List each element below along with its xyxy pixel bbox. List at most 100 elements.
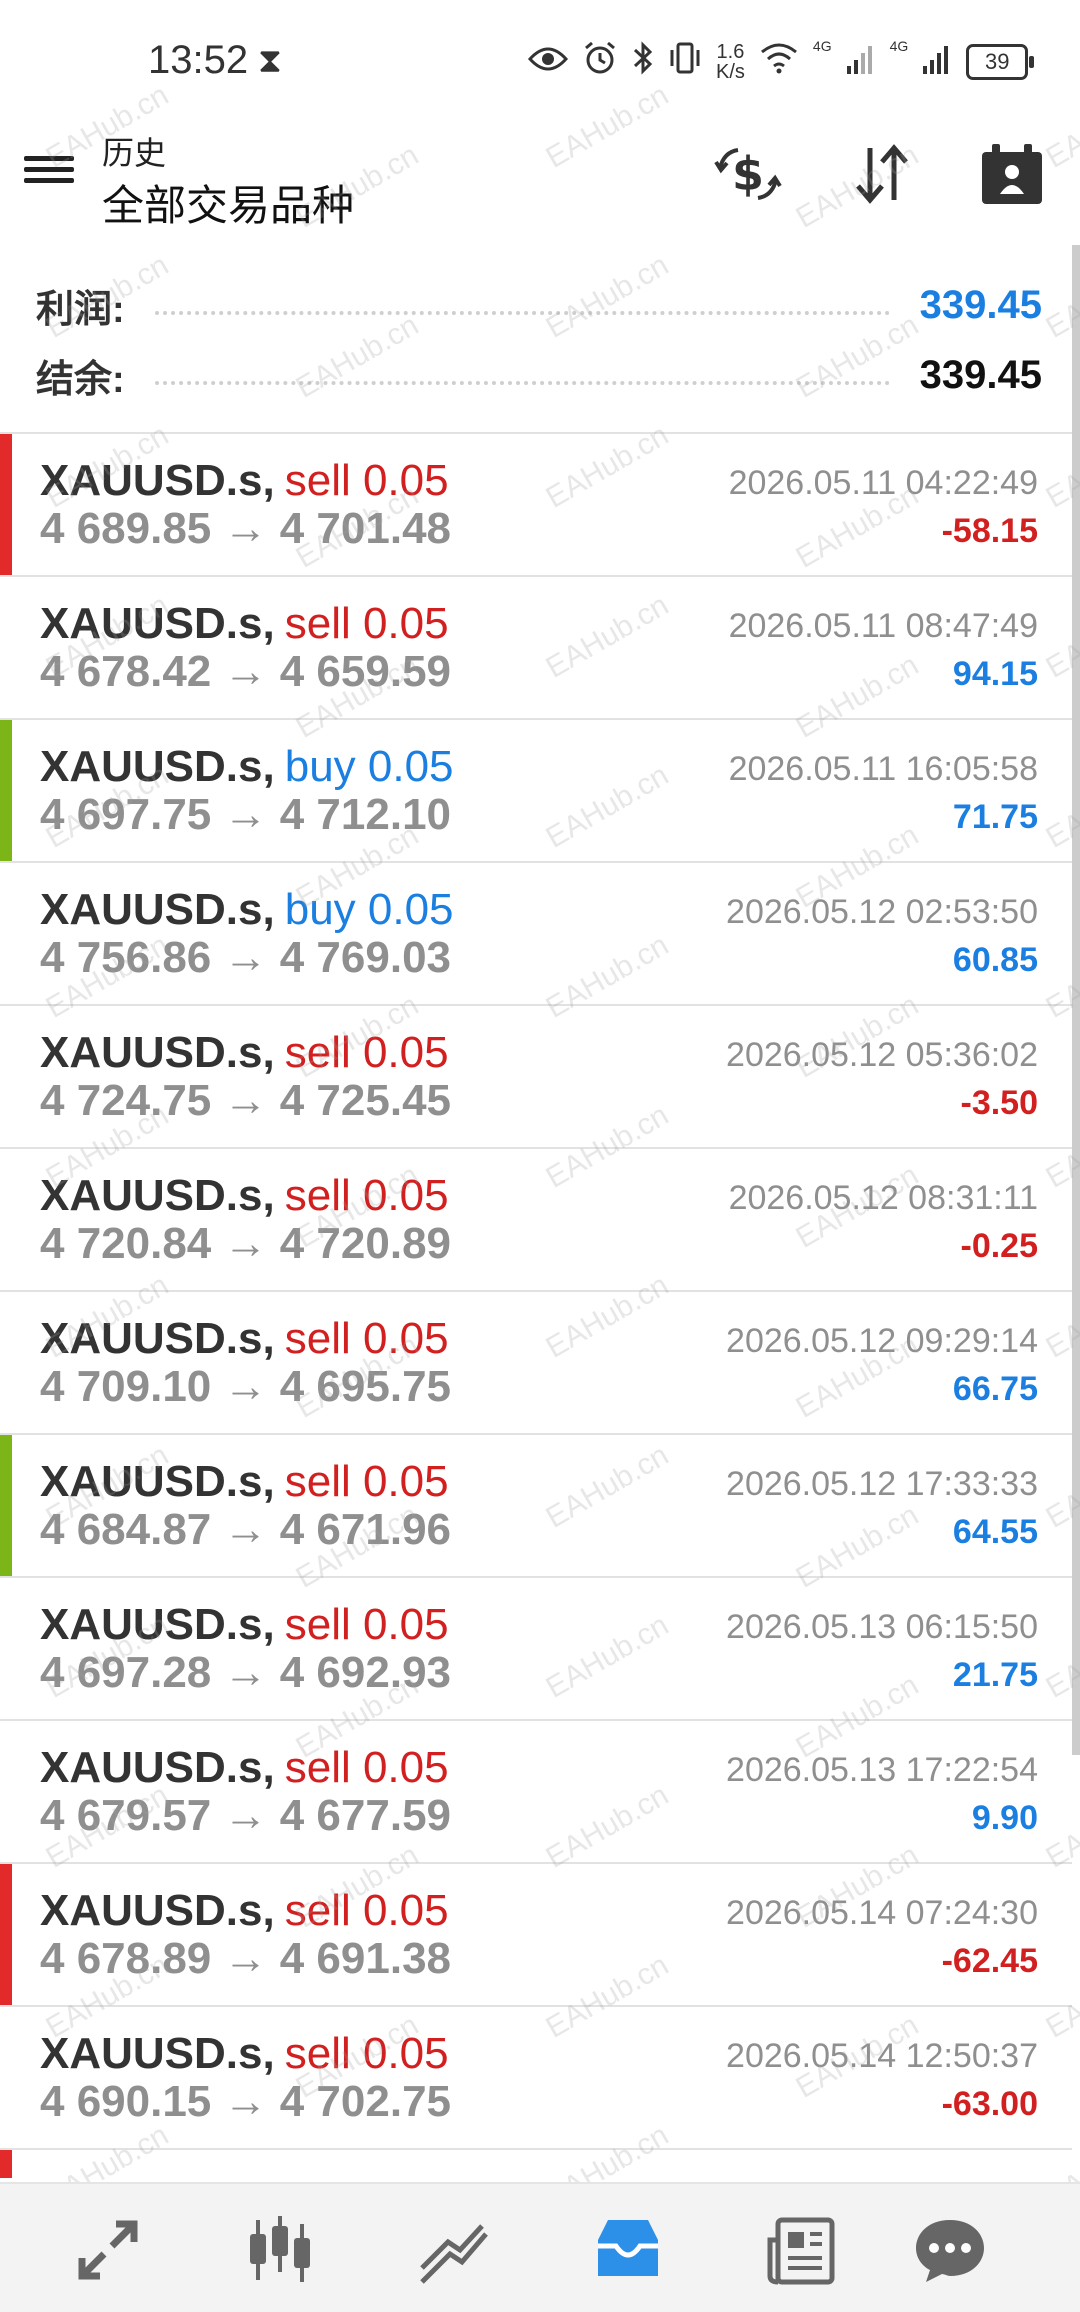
trade-title: XAUUSD.s, buy 0.05 — [40, 742, 454, 792]
close-price: 4 769.03 — [279, 933, 452, 982]
history-summary: 利润: 339.45 结余: 339.45 — [0, 270, 1080, 430]
trade-symbol: XAUUSD.s, — [40, 1028, 275, 1077]
bottom-navigation — [0, 2182, 1080, 2312]
trade-row[interactable]: XAUUSD.s, sell 0.05 4 678.42 → 4 659.59 202… — [0, 575, 1072, 718]
close-price: 4 677.59 — [279, 1791, 452, 1840]
trade-time: 2026.05.13 17:22:54 — [726, 1751, 1038, 1789]
trade-prices: 4 697.28 → 4 692.93 — [40, 1648, 451, 1698]
open-price: 4 709.10 — [40, 1362, 212, 1411]
history-inbox-icon[interactable] — [588, 2210, 668, 2290]
trade-title: XAUUSD.s,sell 0.05 — [40, 1028, 449, 1078]
page-title[interactable]: 全部交易品种 — [102, 172, 354, 233]
arrow-right-icon: → — [211, 1648, 280, 1697]
svg-text:$: $ — [732, 147, 764, 201]
open-price: 4 697.28 — [40, 1648, 212, 1697]
calendar-icon[interactable] — [976, 138, 1048, 210]
trade-title: XAUUSD.s,sell 0.05 — [40, 1314, 449, 1364]
trade-row[interactable]: XAUUSD.s, sell 0.05 4 684.87 → 4 671.96 202… — [0, 1433, 1072, 1576]
sort-icon[interactable] — [846, 138, 918, 210]
trade-symbol: XAUUSD.s, — [40, 1171, 275, 1220]
trade-time: 2026.05.11 16:05:58 — [728, 750, 1038, 788]
profit-row: 利润: 339.45 — [36, 270, 1042, 340]
deposit-dollar-icon[interactable]: $ — [712, 138, 784, 210]
close-price: 4 702.75 — [279, 2077, 452, 2126]
trade-profit: -63.00 — [941, 2085, 1038, 2123]
trade-side: sell 0.05 — [284, 1457, 449, 1506]
trade-prices: 4 690.15 → 4 702.75 — [40, 2077, 451, 2127]
open-price: 4 679.57 — [40, 1791, 212, 1840]
trade-row[interactable]: XAUUSD.s, buy 0.05 4 697.75 → 4 712.10 2026… — [0, 718, 1072, 861]
trade-title: XAUUSD.s,sell 0.05 — [40, 2029, 449, 2079]
arrow-right-icon: → — [211, 504, 280, 553]
eye-icon — [527, 44, 569, 81]
trade-time: 2026.05.12 02:53:50 — [726, 893, 1038, 931]
trade-profit: 71.75 — [952, 798, 1038, 836]
hourglass-icon: ⧗ — [258, 42, 282, 80]
dotted-leader — [154, 379, 890, 385]
trade-symbol: XAUUSD.s, — [40, 885, 275, 934]
trade-row[interactable]: XAUUSD.s, sell 0.05 — [0, 2148, 1072, 2178]
trade-side: sell 0.05 — [284, 1171, 449, 1220]
dotted-leader — [154, 309, 890, 315]
trade-row[interactable]: XAUUSD.s, sell 0.05 4 679.57 → 4 677.59 202… — [0, 1719, 1072, 1862]
chat-icon[interactable] — [910, 2210, 990, 2290]
trade-time: 2026.05.12 08:31:11 — [728, 1179, 1038, 1217]
scrollbar[interactable] — [1072, 245, 1080, 1755]
bluetooth-icon — [632, 40, 654, 84]
menu-icon[interactable] — [24, 150, 74, 200]
trade-row[interactable]: XAUUSD.s, sell 0.05 4 709.10 → 4 695.75 202… — [0, 1290, 1072, 1433]
quotes-icon[interactable] — [68, 2210, 148, 2290]
trade-side: sell 0.05 — [284, 1600, 449, 1649]
network-type-2: 4G — [889, 38, 909, 54]
trade-history-list[interactable]: XAUUSD.s, sell 0.05 4 689.85 → 4 701.48 202… — [0, 432, 1072, 2178]
news-icon[interactable] — [762, 2210, 842, 2290]
trade-icon[interactable] — [414, 2210, 494, 2290]
arrow-right-icon: → — [211, 1362, 280, 1411]
trade-row[interactable]: XAUUSD.s, sell 0.05 4 678.89 → 4 691.38 202… — [0, 1862, 1072, 2005]
trade-symbol: XAUUSD.s, — [40, 2029, 275, 2078]
arrow-right-icon: → — [211, 1219, 280, 1268]
close-price: 4 691.38 — [279, 1934, 452, 1983]
trade-symbol: XAUUSD.s, — [40, 456, 275, 505]
chart-candles-icon[interactable] — [240, 2210, 320, 2290]
trade-side: buy 0.05 — [284, 885, 454, 934]
arrow-right-icon: → — [211, 790, 280, 839]
trade-side: sell 0.05 — [284, 1743, 449, 1792]
wifi-icon — [759, 42, 799, 82]
trade-row[interactable]: XAUUSD.s, sell 0.05 4 724.75 → 4 725.45 202… — [0, 1004, 1072, 1147]
trade-symbol: XAUUSD.s, — [40, 1314, 275, 1363]
signal-icon — [922, 42, 952, 82]
open-price: 4 684.87 — [40, 1505, 212, 1554]
close-price: 4 692.93 — [279, 1648, 452, 1697]
trade-row[interactable]: XAUUSD.s, sell 0.05 4 689.85 → 4 701.48 202… — [0, 432, 1072, 575]
trade-indicator-bar — [0, 720, 12, 861]
trade-row[interactable]: XAUUSD.s, sell 0.05 4 720.84 → 4 720.89 202… — [0, 1147, 1072, 1290]
app-toolbar: 历史 全部交易品种 $ — [0, 120, 1080, 230]
trade-side: sell 0.05 — [284, 1028, 449, 1077]
open-price: 4 678.89 — [40, 1934, 212, 1983]
status-bar: 13:52 ⧗ 1.6 K/s 4G 4G 39 — [0, 0, 1080, 120]
trade-profit: -3.50 — [960, 1084, 1039, 1122]
trade-title: XAUUSD.s,sell 0.05 — [40, 2172, 449, 2178]
close-price: 4 725.45 — [279, 1076, 452, 1125]
trade-time: 2026.05.14 07:24:30 — [726, 1894, 1038, 1932]
battery-icon: 39 — [966, 44, 1035, 80]
net-speed: 1.6 K/s — [716, 41, 745, 83]
trade-indicator-bar — [0, 1864, 12, 2005]
trade-side: sell 0.05 — [284, 2029, 449, 2078]
arrow-right-icon: → — [211, 1934, 280, 1983]
trade-symbol: XAUUSD.s, — [40, 1743, 275, 1792]
trade-symbol: XAUUSD.s, — [40, 1600, 275, 1649]
trade-row[interactable]: XAUUSD.s, buy 0.05 4 756.86 → 4 769.03 2026… — [0, 861, 1072, 1004]
trade-time: 2026.05.14 12:50:37 — [726, 2037, 1038, 2075]
arrow-right-icon: → — [211, 647, 280, 696]
trade-row[interactable]: XAUUSD.s, sell 0.05 4 690.15 → 4 702.75 202… — [0, 2005, 1072, 2148]
profit-label: 利润: — [36, 288, 125, 331]
trade-row[interactable]: XAUUSD.s, sell 0.05 4 697.28 → 4 692.93 202… — [0, 1576, 1072, 1719]
page-subtitle: 历史 — [102, 135, 167, 171]
vibrate-icon — [668, 40, 702, 84]
trade-side: sell 0.05 — [284, 1886, 449, 1935]
trade-title: XAUUSD.s,sell 0.05 — [40, 1600, 449, 1650]
arrow-right-icon: → — [211, 1791, 280, 1840]
arrow-right-icon: → — [211, 933, 280, 982]
